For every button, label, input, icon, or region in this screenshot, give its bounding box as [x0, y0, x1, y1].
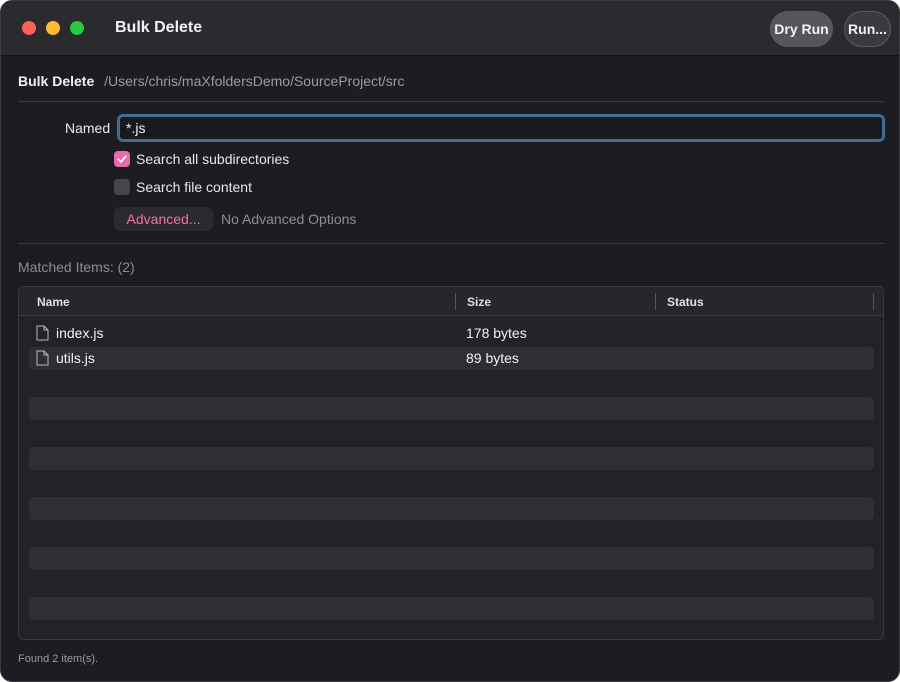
advanced-options-note: No Advanced Options — [221, 211, 357, 227]
column-header-name[interactable]: Name — [37, 295, 70, 309]
run-button[interactable]: Run... — [844, 11, 891, 47]
results-table[interactable]: Name Size Status index.js 178 bytes util… — [18, 286, 884, 640]
search-file-content-checkbox[interactable] — [114, 179, 130, 195]
named-pattern-input[interactable] — [117, 114, 885, 142]
empty-table-row — [29, 497, 874, 520]
divider — [18, 101, 884, 102]
path-bar-label: Bulk Delete — [18, 73, 95, 89]
checkmark-icon — [117, 155, 127, 163]
column-header-size[interactable]: Size — [467, 295, 491, 309]
advanced-button[interactable]: Advanced... — [114, 207, 213, 231]
window-title: Bulk Delete — [115, 19, 203, 36]
search-subdirectories-option[interactable]: Search all subdirectories — [114, 151, 289, 167]
bulk-delete-window: Bulk Delete Dry Run Run... Bulk Delete /… — [0, 0, 900, 682]
path-bar: Bulk Delete /Users/chris/maXfoldersDemo/… — [18, 73, 404, 89]
dry-run-button[interactable]: Dry Run — [770, 11, 833, 47]
divider — [18, 243, 884, 244]
search-subdirectories-label: Search all subdirectories — [136, 151, 290, 167]
title-bar: Bulk Delete Dry Run Run... — [1, 1, 899, 56]
close-window-button[interactable] — [22, 21, 36, 35]
search-subdirectories-checkbox[interactable] — [114, 151, 130, 167]
column-divider[interactable] — [873, 293, 874, 310]
file-name: utils.js — [56, 350, 95, 366]
column-header-status[interactable]: Status — [667, 295, 704, 309]
file-name: index.js — [56, 325, 104, 341]
empty-table-row — [29, 447, 874, 470]
search-file-content-label: Search file content — [136, 179, 252, 195]
file-size: 178 bytes — [466, 325, 527, 341]
empty-table-row — [29, 397, 874, 420]
zoom-window-button[interactable] — [70, 21, 84, 35]
table-row[interactable]: index.js 178 bytes — [29, 322, 874, 345]
file-size: 89 bytes — [466, 350, 519, 366]
file-icon — [36, 350, 49, 366]
search-file-content-option[interactable]: Search file content — [114, 179, 252, 195]
table-header: Name Size Status — [19, 287, 883, 316]
named-label: Named — [65, 120, 111, 136]
column-divider[interactable] — [655, 293, 656, 310]
column-divider[interactable] — [455, 293, 456, 310]
minimize-window-button[interactable] — [46, 21, 60, 35]
status-text: Found 2 item(s). — [18, 653, 99, 665]
path-bar-path: /Users/chris/maXfoldersDemo/SourceProjec… — [104, 73, 405, 89]
empty-table-row — [29, 597, 874, 620]
matched-items-label: Matched Items: (2) — [18, 259, 135, 275]
empty-table-row — [29, 547, 874, 570]
file-icon — [36, 325, 49, 341]
table-row[interactable]: utils.js 89 bytes — [29, 347, 874, 370]
